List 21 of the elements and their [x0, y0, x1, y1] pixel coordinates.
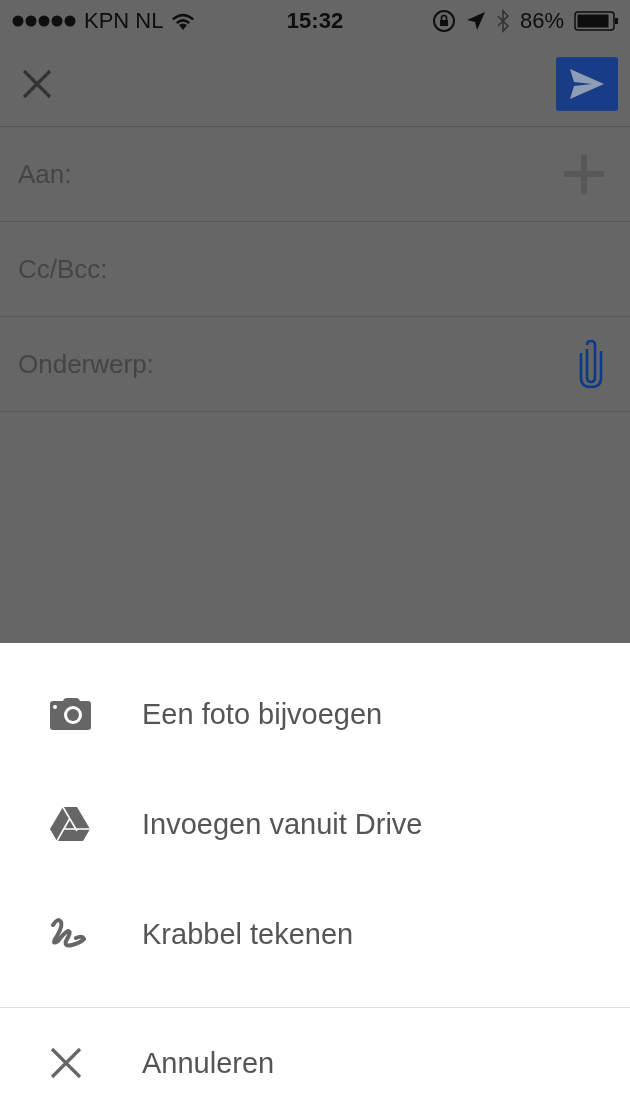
cancel-item[interactable]: Annuleren: [0, 1008, 630, 1118]
bluetooth-icon: [495, 9, 510, 33]
camera-icon: [50, 698, 91, 730]
drive-icon: [50, 807, 90, 841]
menu-item[interactable]: Invoegen vanuit Drive: [0, 769, 630, 879]
location-icon: [465, 11, 486, 31]
paperclip-icon[interactable]: [578, 339, 604, 389]
wifi-icon: [171, 12, 196, 30]
signal-icon: [12, 15, 76, 27]
clock-time: 15:32: [286, 8, 344, 34]
battery-icon: [574, 11, 618, 31]
close-icon: [50, 1047, 82, 1079]
menu-item[interactable]: Een foto bijvoegen: [0, 659, 630, 769]
send-icon: [570, 69, 604, 99]
close-button[interactable]: [22, 69, 52, 99]
send-button[interactable]: [556, 57, 618, 111]
close-icon: [22, 69, 52, 99]
battery-percentage: 86%: [519, 8, 564, 34]
carrier-name: KPN NL: [84, 8, 164, 34]
menu-item[interactable]: Krabbel tekenen: [0, 879, 630, 989]
rotation-lock-icon: [431, 9, 456, 33]
